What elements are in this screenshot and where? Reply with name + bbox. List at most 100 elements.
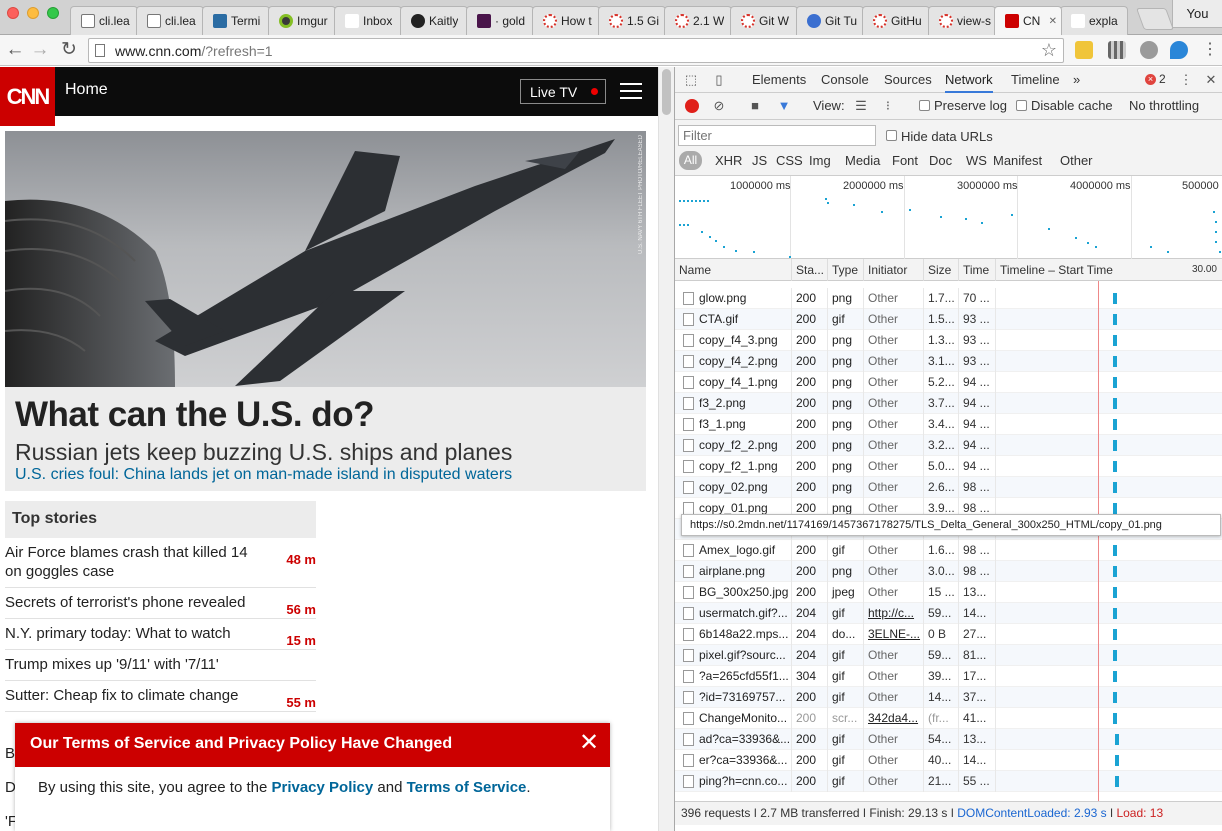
filter-type-other[interactable]: Other [1060,153,1093,168]
col-initiator[interactable]: Initiator [864,259,924,281]
scrollbar-thumb[interactable] [662,69,671,115]
devtools-tab-console[interactable]: Console [821,67,869,93]
tab-6[interactable]: · gold [466,6,534,35]
devtools-menu-icon[interactable]: ⋮ [1178,72,1194,88]
filter-type-all[interactable]: All [679,151,702,170]
col-status[interactable]: Sta... [792,259,828,281]
story-item[interactable]: Air Force blames crash that killed 14 on… [5,538,316,588]
tab-12[interactable]: GitHu [862,6,930,35]
window-minimize-button[interactable] [27,7,39,19]
hide-data-urls-checkbox[interactable] [886,130,897,141]
error-count[interactable]: × 2 [1145,72,1166,86]
terms-of-service-link[interactable]: Terms of Service [407,779,527,796]
tab-close-icon[interactable]: ✕ [1049,16,1057,27]
col-type[interactable]: Type [828,259,864,281]
filter-type-img[interactable]: Img [809,153,831,168]
tab-15[interactable]: expla [1060,6,1128,35]
filter-type-js[interactable]: JS [752,153,767,168]
filter-type-media[interactable]: Media [845,153,880,168]
tab-10[interactable]: Git W [730,6,798,35]
request-row[interactable]: er?ca=33936&... 200 gif Other 40... 14... [675,750,1222,771]
filter-icon[interactable]: ▼ [776,98,792,114]
request-row[interactable]: pixel.gif?sourc... 204 gif Other 59... 81... [675,645,1222,666]
forward-icon[interactable]: → [28,38,52,62]
story-item[interactable]: Trump mixes up '9/11' with '7/11' [5,650,316,681]
devtools-tab-sources[interactable]: Sources [884,67,932,93]
throttling-select[interactable]: No throttling [1129,98,1199,113]
filter-type-doc[interactable]: Doc [929,153,952,168]
extension-columns-icon[interactable] [1108,41,1126,59]
request-row[interactable]: f3_2.png 200 png Other 3.7... 94 ... [675,393,1222,414]
tab-7[interactable]: How t [532,6,600,35]
profile-button[interactable]: You [1172,0,1222,28]
filter-type-xhr[interactable]: XHR [715,153,742,168]
request-row[interactable]: ChangeMonito... 200 scr... 342da4... (fr... 4… [675,708,1222,729]
extension-gear-icon[interactable] [1140,41,1158,59]
window-maximize-button[interactable] [47,7,59,19]
window-close-button[interactable] [7,7,19,19]
extension-react-icon[interactable] [1170,41,1188,59]
devtools-close-icon[interactable]: ✕ [1203,72,1219,88]
cnn-logo[interactable]: CNN [0,67,55,126]
col-size[interactable]: Size [924,259,959,281]
filter-type-font[interactable]: Font [892,153,918,168]
request-row[interactable]: ?id=73169757... 200 gif Other 14... 37... [675,687,1222,708]
request-row[interactable]: f3_1.png 200 png Other 3.4... 94 ... [675,414,1222,435]
tab-3[interactable]: Imgur [268,6,336,35]
address-bar[interactable]: www.cnn.com /?refresh=1 ☆ [88,38,1064,63]
request-row[interactable]: copy_f2_2.png 200 png Other 3.2... 94 ... [675,435,1222,456]
request-row[interactable]: Amex_logo.gif 200 gif Other 1.6... 98 ... [675,540,1222,561]
inspect-element-icon[interactable]: ⬚ [683,72,699,88]
filter-type-manifest[interactable]: Manifest [993,153,1042,168]
capture-screenshots-icon[interactable]: ■ [747,98,763,114]
request-row[interactable]: copy_f2_1.png 200 png Other 5.0... 94 ... [675,456,1222,477]
tab-4[interactable]: Inbox [334,6,402,35]
bookmark-star-icon[interactable]: ☆ [1041,40,1057,61]
overview-view-icon[interactable]: ⁝ [880,98,896,114]
request-row[interactable]: airplane.png 200 png Other 3.0... 98 ... [675,561,1222,582]
request-row[interactable]: glow.png 200 png Other 1.7... 70 ... [675,288,1222,309]
clear-icon[interactable]: ⊘ [711,98,727,114]
filter-type-ws[interactable]: WS [966,153,987,168]
request-row[interactable]: copy_02.png 200 png Other 2.6... 98 ... [675,477,1222,498]
request-row[interactable]: usermatch.gif?... 204 gif http://c... 59... 1… [675,603,1222,624]
story-item[interactable]: Secrets of terrorist's phone revealed 56 … [5,588,316,619]
page-scrollbar[interactable] [658,67,674,831]
story-item[interactable]: Sutter: Cheap fix to climate change 55 m [5,681,316,712]
hero-jet-image[interactable]: U.S. NAVY 6TH FLEET PHOTO/RELEASED [5,131,646,387]
request-row[interactable]: ad?ca=33936&... 200 gif Other 54... 13... [675,729,1222,750]
request-row[interactable]: copy_f4_3.png 200 png Other 1.3... 93 ... [675,330,1222,351]
col-time[interactable]: Time [959,259,996,281]
tab-9[interactable]: 2.1 W [664,6,732,35]
record-icon[interactable] [685,99,699,113]
privacy-policy-link[interactable]: Privacy Policy [271,779,373,796]
hero-headline[interactable]: What can the U.S. do? [15,395,374,435]
device-mode-icon[interactable]: ▯ [711,72,727,88]
filter-type-css[interactable]: CSS [776,153,803,168]
network-overview[interactable]: 1000000 ms 2000000 ms 3000000 ms 4000000 ms… [675,176,1222,259]
devtools-tab-elements[interactable]: Elements [752,67,806,93]
hero-related-link[interactable]: U.S. cries foul: China lands jet on man-… [15,466,512,484]
close-icon[interactable]: ✕ [578,731,600,755]
hero-subheadline[interactable]: Russian jets keep buzzing U.S. ships and… [15,439,512,466]
filter-input[interactable] [678,125,876,146]
request-row[interactable]: copy_f4_1.png 200 png Other 5.2... 94 ... [675,372,1222,393]
tab-2[interactable]: Termi [202,6,270,35]
disable-cache-checkbox[interactable] [1016,100,1027,111]
devtools-tab-network[interactable]: Network [945,67,993,93]
tab-14[interactable]: CN ✕ [994,6,1062,35]
list-view-icon[interactable]: ☰ [853,98,869,114]
section-title[interactable]: Home [65,81,108,99]
tab-11[interactable]: Git Tu [796,6,864,35]
story-item[interactable]: N.Y. primary today: What to watch 15 m [5,619,316,650]
request-row[interactable]: copy_f4_2.png 200 png Other 3.1... 93 ... [675,351,1222,372]
extension-folder-icon[interactable] [1075,41,1093,59]
request-row[interactable]: 6b148a22.mps... 204 do... 3ELNE-... 0 B 27... [675,624,1222,645]
reload-icon[interactable]: ↻ [57,38,81,62]
hero-story[interactable]: U.S. NAVY 6TH FLEET PHOTO/RELEASED What … [5,131,646,491]
more-tabs-icon[interactable]: » [1073,67,1080,93]
menu-icon[interactable]: ⋮ [1198,38,1222,62]
col-name[interactable]: Name [675,259,792,281]
request-row[interactable]: BG_300x250.jpg 200 jpeg Other 15 ... 13... [675,582,1222,603]
tab-13[interactable]: view-s [928,6,996,35]
